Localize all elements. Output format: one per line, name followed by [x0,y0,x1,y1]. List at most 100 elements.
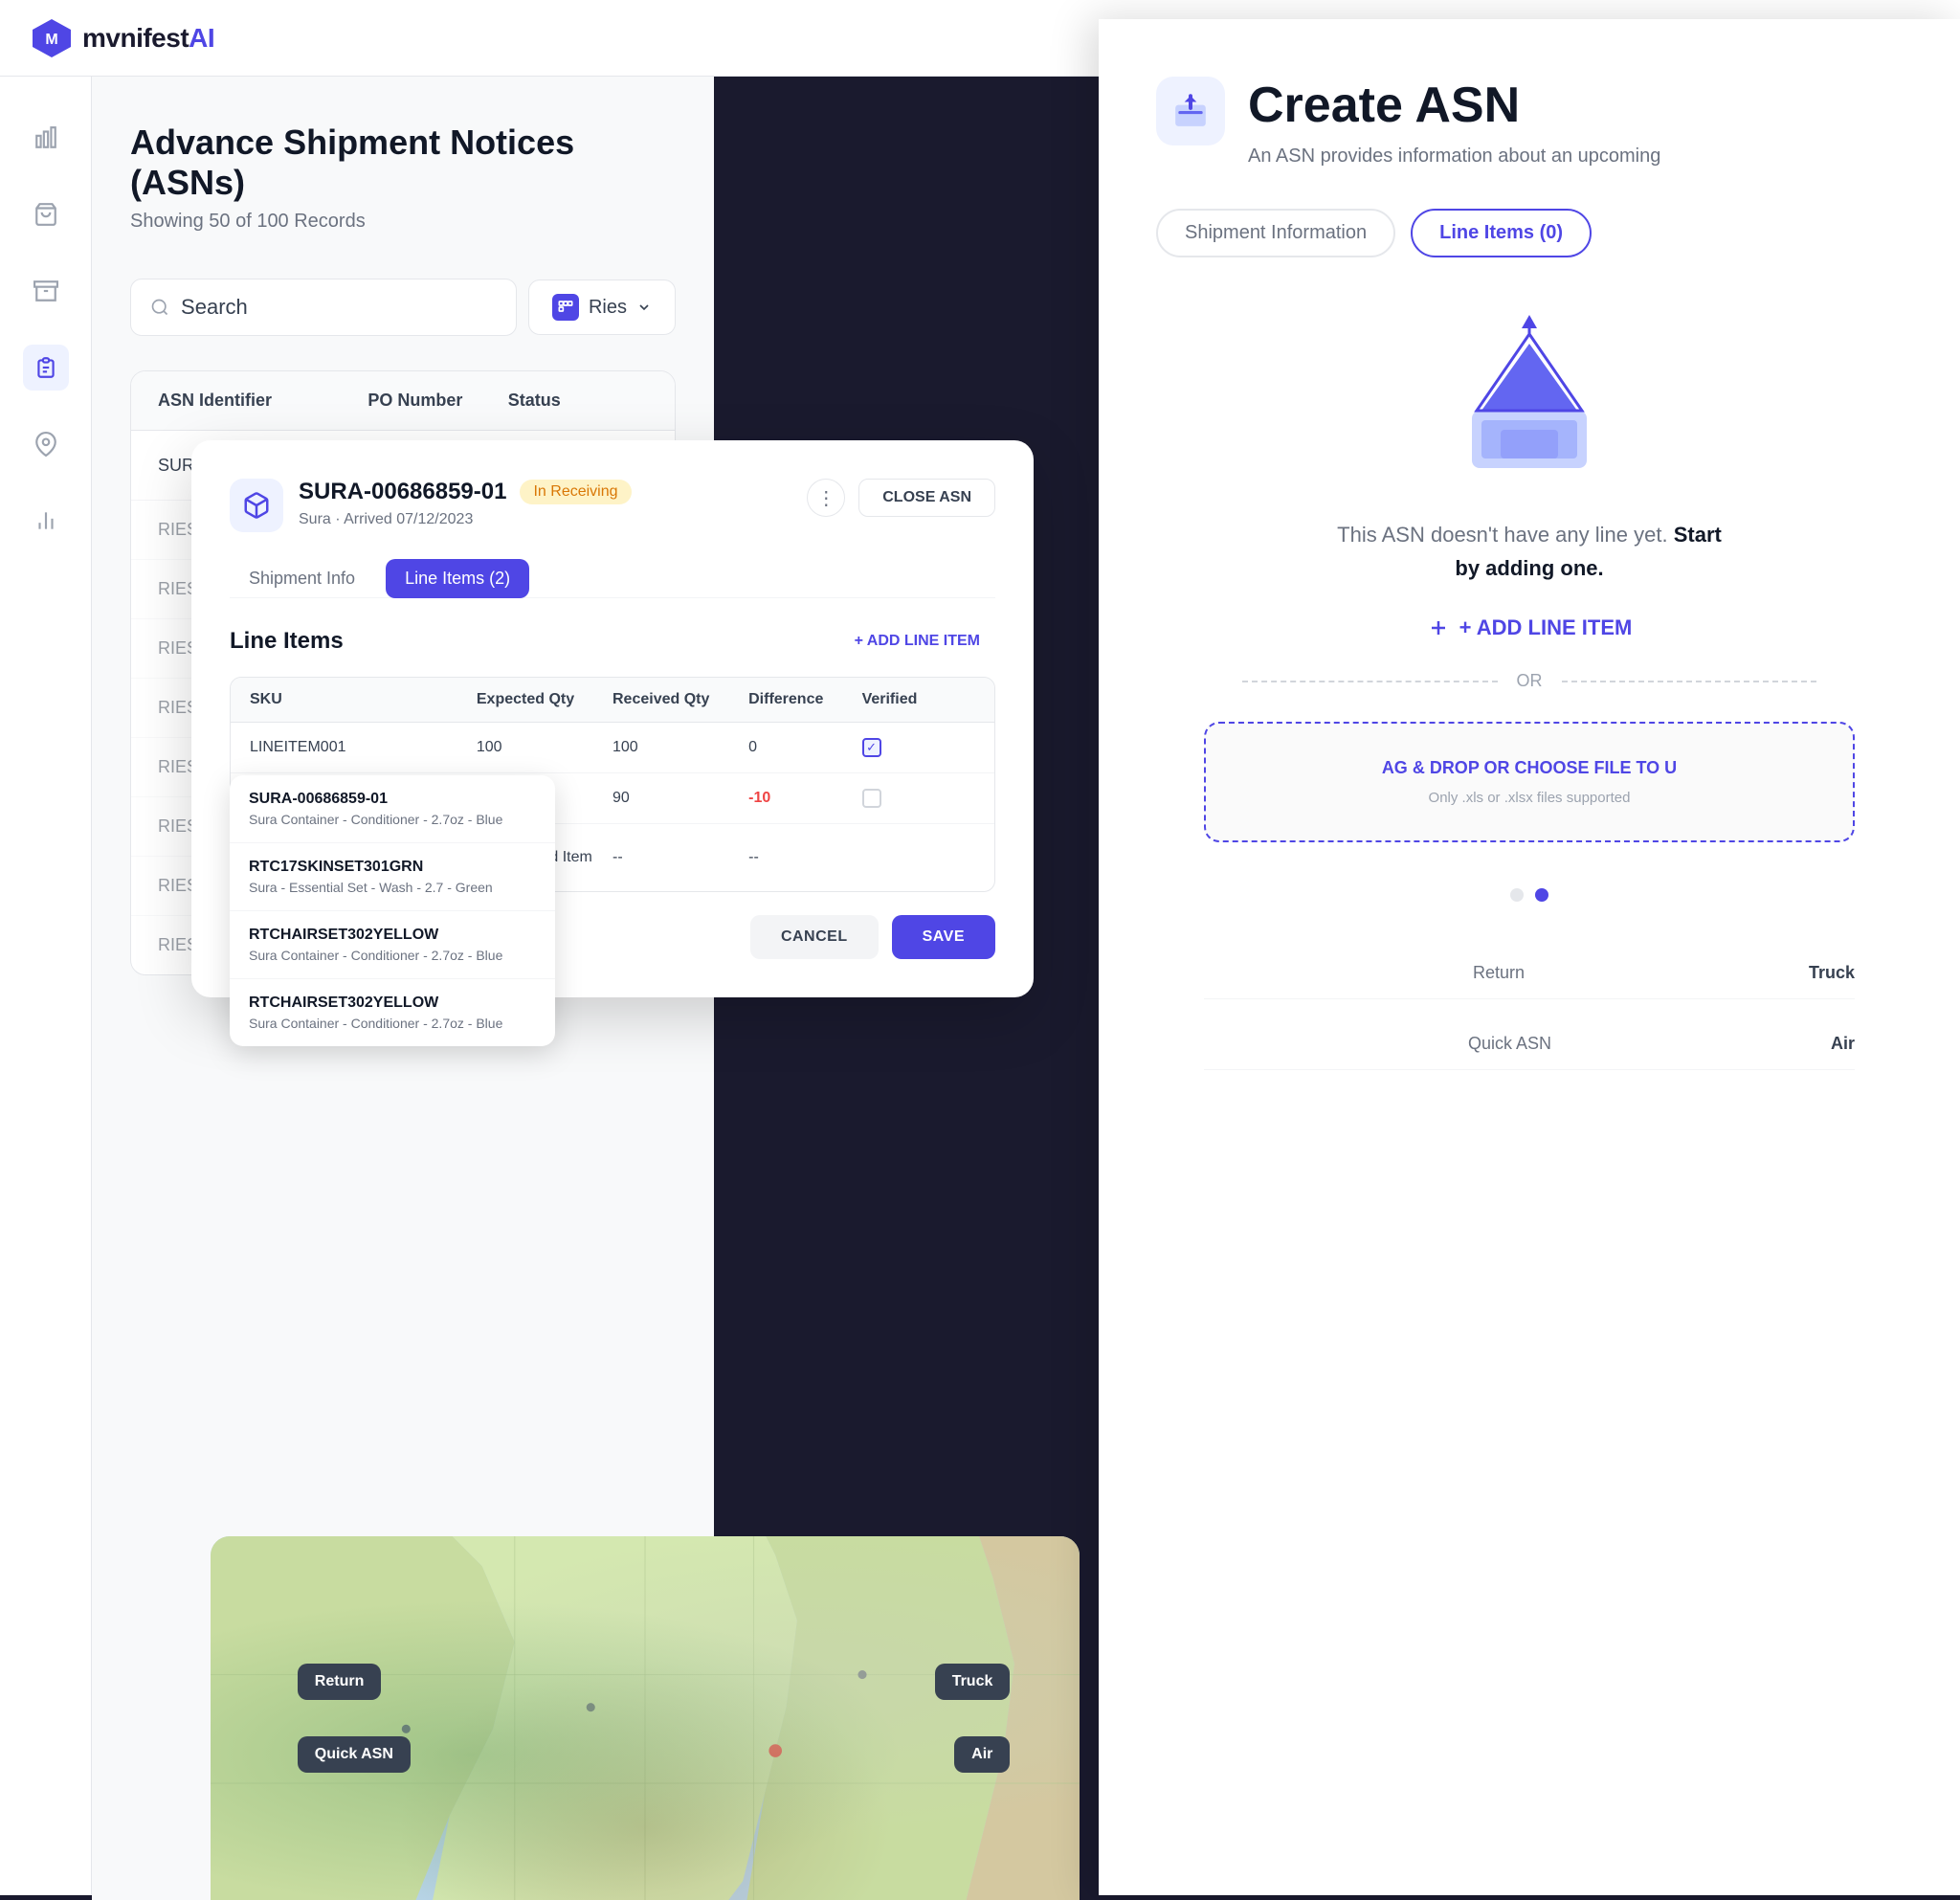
info-value-return: Truck [1809,963,1855,983]
sidebar-item-inbox[interactable] [23,268,69,314]
sidebar-item-analytics[interactable] [23,115,69,161]
create-asn-title: Create ASN [1248,77,1660,134]
asn-detail-icon [230,479,283,532]
save-button[interactable]: SAVE [892,915,995,959]
or-line-left [1242,681,1498,682]
li-verified-1: ✓ [862,738,975,757]
sidebar-item-orders[interactable] [23,191,69,237]
asn-card-header: SURA-00686859-01 In Receiving Sura · Arr… [230,479,995,532]
info-row-quickasn: Quick ASN Air [1204,1018,1855,1070]
checkbox-checked[interactable]: ✓ [862,738,881,757]
line-item-row-1: LINEITEM001 100 100 0 ✓ [231,723,994,773]
cancel-button[interactable]: CANCEL [750,915,879,959]
map-area: Return Truck Quick ASN Air [211,1536,1080,1900]
li-table-header: SKU Expected Qty Received Qty Difference… [231,678,994,723]
tab-shipment-information[interactable]: Shipment Information [1156,209,1395,257]
or-divider: OR [1242,671,1816,691]
asn-title-group: SURA-00686859-01 In Receiving Sura · Arr… [299,479,791,528]
li-received-2: 90 [612,790,748,807]
sku-name-2: RTC17SKINSET301GRN [249,859,536,876]
create-asn-icon [1156,77,1225,145]
dot-1[interactable] [1510,888,1524,902]
map-bubble-quickasn: Quick ASN [298,1736,411,1773]
page-title: Advance Shipment Notices (ASNs) [130,123,676,203]
plus-icon [1427,616,1450,639]
header-po-number: PO Number [368,391,507,411]
info-row-return: Return Truck [1204,948,1855,999]
sku-desc-4: Sura Container - Conditioner - 2.7oz - B… [249,1016,536,1031]
search-input-wrap[interactable] [130,279,517,336]
li-received-1: 100 [612,739,748,756]
tab-line-items-create[interactable]: Line Items (0) [1411,209,1592,257]
checkbox-unchecked[interactable] [862,789,881,808]
filter-button[interactable]: Ries [528,279,676,335]
sku-name-4: RTCHAIRSET302YELLOW [249,995,536,1012]
dropdown-item-4[interactable]: RTCHAIRSET302YELLOW Sura Container - Con… [230,979,555,1046]
empty-state-text: This ASN doesn't have any line yet. Star… [1328,518,1730,585]
create-asn-tabs: Shipment Information Line Items (0) [1156,209,1903,257]
li-header-expected: Expected Qty [477,691,612,708]
li-diff-new: -- [748,849,861,866]
tab-shipment-info[interactable]: Shipment Info [230,559,374,598]
dot-2[interactable] [1535,888,1548,902]
info-label-quickasn: Quick ASN [1204,1034,1815,1054]
create-add-line-item-label: + ADD LINE ITEM [1459,615,1633,640]
chevron-down-icon [636,300,652,315]
logo: M mvnifestAI [31,17,214,59]
sidebar-item-location[interactable] [23,421,69,467]
asn-actions: ⋮ CLOSE ASN [807,479,995,517]
more-options-button[interactable]: ⋮ [807,479,845,517]
filter-icon [552,294,579,321]
search-input[interactable] [181,295,497,320]
li-verified-2 [862,789,975,808]
add-line-item-button[interactable]: + ADD LINE ITEM [839,625,995,658]
create-asn-text: Create ASN An ASN provides information a… [1248,77,1660,170]
sidebar [0,77,92,1895]
header-status: Status [508,391,648,411]
create-asn-header: Create ASN An ASN provides information a… [1156,77,1903,170]
li-header-received: Received Qty [612,691,748,708]
or-line-right [1562,681,1817,682]
table-header: ASN Identifier PO Number Status [131,371,675,431]
upload-area[interactable]: AG & DROP OR CHOOSE FILE TO U Only .xls … [1204,722,1855,842]
tab-line-items[interactable]: Line Items (2) [386,559,529,598]
create-asn-panel: Create ASN An ASN provides information a… [1099,19,1960,1895]
asn-icon-svg [1172,93,1209,129]
upload-hint: Only .xls or .xlsx files supported [1429,790,1631,806]
empty-illustration [1443,315,1615,487]
sku-name-1: SURA-00686859-01 [249,791,536,808]
asn-status-badge: In Receiving [520,480,631,504]
sku-dropdown: SURA-00686859-01 Sura Container - Condit… [230,775,555,1046]
sku-desc-3: Sura Container - Conditioner - 2.7oz - B… [249,948,536,963]
create-asn-subtitle: An ASN provides information about an upc… [1248,142,1660,170]
map-bubble-return: Return [298,1664,382,1700]
asn-subtitle: Sura · Arrived 07/12/2023 [299,511,473,527]
sku-desc-2: Sura - Essential Set - Wash - 2.7 - Gree… [249,880,536,895]
search-icon [150,297,169,318]
info-cards: Return Truck Quick ASN Air [1204,948,1855,1070]
or-text: OR [1517,671,1543,691]
page-subtitle: Showing 50 of 100 Records [130,211,676,233]
li-header-verified: Verified [862,691,975,708]
sidebar-item-reports[interactable] [23,498,69,544]
dropdown-item-3[interactable]: RTCHAIRSET302YELLOW Sura Container - Con… [230,911,555,979]
map-overlay [211,1536,1080,1900]
map-air-label: Air [954,1736,1010,1773]
create-add-line-item-button[interactable]: + ADD LINE ITEM [1427,615,1633,640]
add-line-item-label: + ADD LINE ITEM [855,633,980,650]
info-label-return: Return [1204,963,1793,983]
line-items-section-header: Line Items + ADD LINE ITEM [230,625,995,658]
dropdown-item-1[interactable]: SURA-00686859-01 Sura Container - Condit… [230,775,555,843]
upload-text: AG & DROP OR CHOOSE FILE TO U [1382,758,1677,778]
filter-label: Ries [589,297,627,319]
pagination-dots [1510,888,1548,902]
svg-text:M: M [45,32,57,48]
close-asn-button[interactable]: CLOSE ASN [858,479,995,517]
sidebar-item-asns[interactable] [23,345,69,391]
header-asn-id: ASN Identifier [158,391,368,411]
empty-state: This ASN doesn't have any line yet. Star… [1156,315,1903,1070]
sku-desc-1: Sura Container - Conditioner - 2.7oz - B… [249,812,536,827]
li-expected-1: 100 [477,739,612,756]
dropdown-item-2[interactable]: RTC17SKINSET301GRN Sura - Essential Set … [230,843,555,911]
line-items-title: Line Items [230,628,344,655]
